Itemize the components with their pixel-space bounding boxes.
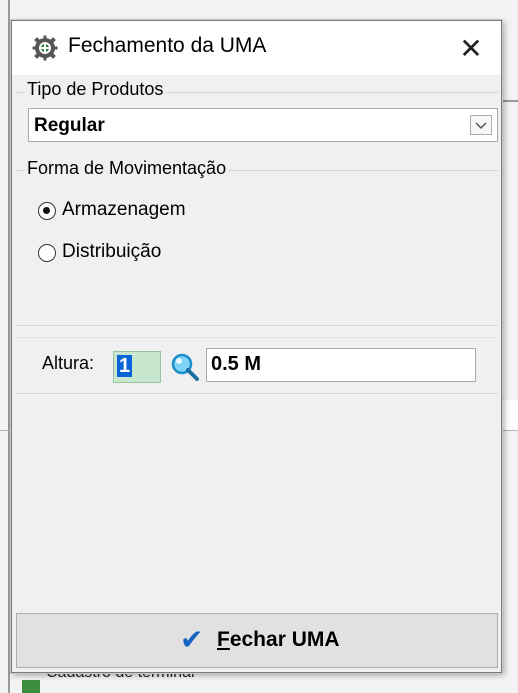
tipo-produtos-value: Regular xyxy=(34,115,105,136)
chevron-down-icon xyxy=(475,122,487,130)
altura-label: Altura: xyxy=(42,353,95,373)
altura-description-field[interactable]: 0.5 M xyxy=(206,348,476,382)
bg-window-edge-left xyxy=(8,0,10,693)
tipo-produtos-select[interactable]: Regular xyxy=(28,108,498,142)
checkmark-icon: ✔ xyxy=(180,624,204,655)
terminal-icon xyxy=(22,680,40,693)
radio-selected-icon xyxy=(38,202,56,220)
close-icon: ✕ xyxy=(459,32,483,64)
radio-armazenagem[interactable]: Armazenagem xyxy=(38,199,338,229)
bg-divider xyxy=(500,100,518,102)
radio-distribuicao[interactable]: Distribuição xyxy=(38,241,338,271)
close-button[interactable]: ✕ xyxy=(441,21,501,75)
magnifier-icon xyxy=(171,353,199,381)
separator xyxy=(16,337,498,338)
fechar-uma-label-rest: echar UMA xyxy=(229,628,340,651)
lookup-button[interactable] xyxy=(169,352,201,383)
tipo-produtos-label: Tipo de Produtos xyxy=(25,79,166,100)
radio-armazenagem-label: Armazenagem xyxy=(62,199,186,220)
fechar-uma-label: Fechar UMA xyxy=(217,628,340,652)
separator xyxy=(16,393,498,394)
fechar-uma-mnemonic: F xyxy=(217,628,230,651)
altura-description-value: 0.5 M xyxy=(211,353,262,375)
radio-distribuicao-label: Distribuição xyxy=(62,241,162,262)
altura-code-input[interactable]: 1 xyxy=(113,351,161,383)
bg-panel xyxy=(502,400,518,430)
separator xyxy=(16,325,498,326)
bg-menu-item: Cadastro de terminal xyxy=(22,672,322,693)
forma-movimentacao-label: Forma de Movimentação xyxy=(25,158,229,179)
dropdown-button[interactable] xyxy=(470,115,492,135)
dialog-title: Fechamento da UMA xyxy=(68,34,267,57)
app-gear-icon xyxy=(32,35,58,61)
altura-code-value: 1 xyxy=(117,355,133,377)
fechamento-dialog: Fechamento da UMA ✕ Tipo de Produtos Reg… xyxy=(11,20,502,673)
fechar-uma-button[interactable]: ✔ Fechar UMA xyxy=(16,613,498,668)
bg-menu-item-label: Cadastro de terminal xyxy=(46,672,195,682)
radio-unselected-icon xyxy=(38,244,56,262)
title-bar[interactable]: Fechamento da UMA ✕ xyxy=(12,21,501,75)
